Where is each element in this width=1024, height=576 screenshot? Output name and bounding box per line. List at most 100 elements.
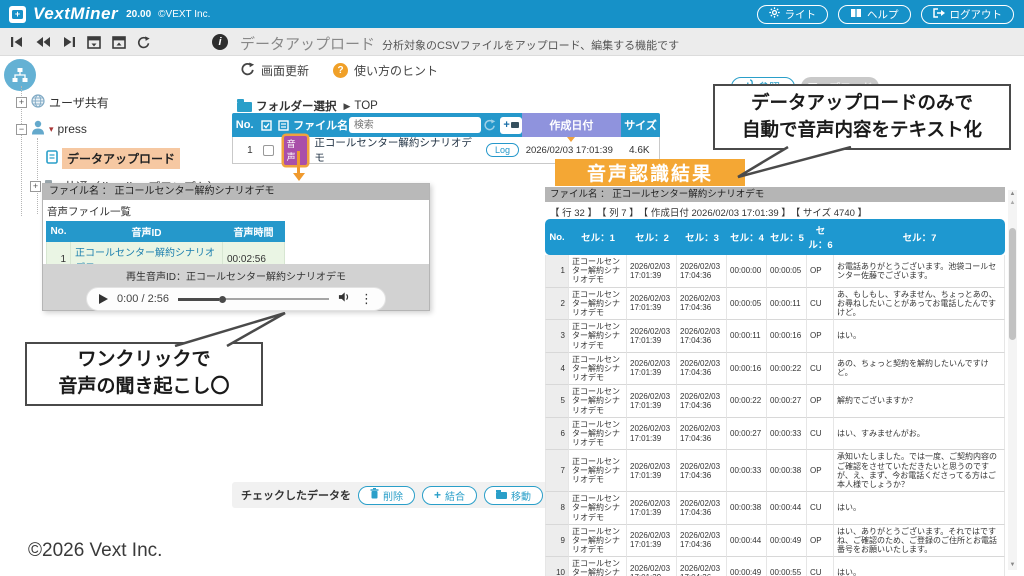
sidebar-item-data-upload[interactable]: データアップロード <box>46 148 180 169</box>
person-icon <box>31 120 45 138</box>
results-row-no: 6 <box>545 418 569 451</box>
folder-select-label: フォルダー選択 <box>256 98 337 114</box>
expand-icon[interactable]: + <box>16 97 27 108</box>
usage-hint-link[interactable]: ? 使い方のヒント <box>333 62 438 79</box>
callout-text: ワンクリックで <box>77 347 210 374</box>
reload-icon[interactable] <box>137 36 151 49</box>
file-row-checkbox[interactable] <box>263 145 274 156</box>
results-cell: 2026/02/03 17:04:36 <box>677 255 727 288</box>
results-row: 1正コールセンター解約シナリオデモ2026/02/03 17:01:392026… <box>545 255 1005 288</box>
expand-icon[interactable]: + <box>30 181 41 192</box>
question-icon: ? <box>333 63 348 78</box>
select-column-icon <box>257 120 275 131</box>
results-cell: 00:00:38 <box>727 492 767 525</box>
results-cell: 00:00:33 <box>767 418 807 451</box>
selected-user-marker: ▾ <box>49 124 54 135</box>
volume-icon[interactable] <box>338 290 351 308</box>
audio-col-duration: 音声時間 <box>223 222 285 242</box>
page-subtitle: 分析対象のCSVファイルをアップロード、編集する機能です <box>382 37 679 53</box>
help-label: ヘルプ <box>867 7 899 22</box>
move-button[interactable]: 移動 <box>484 486 543 505</box>
prev-page-icon[interactable] <box>35 36 51 48</box>
plus-icon: + <box>434 490 441 500</box>
results-cell: 2026/02/03 17:04:36 <box>677 353 727 386</box>
dock-pane-icon[interactable] <box>87 36 101 49</box>
results-cell: 00:00:38 <box>767 450 807 492</box>
first-page-icon[interactable] <box>10 36 24 48</box>
document-icon <box>46 150 58 167</box>
add-folder-button[interactable]: + <box>500 117 521 134</box>
sidebar-item-user-share[interactable]: + ユーザ共有 <box>16 94 109 111</box>
recognition-results-label: 音声認識結果 <box>555 159 745 186</box>
scroll-down-icon[interactable]: ▼ <box>1008 562 1017 568</box>
annotation-arrow <box>297 151 300 173</box>
results-cell: 00:00:22 <box>727 385 767 418</box>
search-input[interactable] <box>349 117 481 133</box>
col-created-header[interactable]: 作成日付 <box>522 113 621 137</box>
info-icon[interactable]: i <box>212 34 228 50</box>
scroll-up-icon-2[interactable]: ▲ <box>1008 200 1017 206</box>
help-button[interactable]: ヘルプ <box>838 5 911 24</box>
results-cell: はい。 <box>834 320 1005 353</box>
results-scrollbar[interactable]: ▲ ▲ ▼ <box>1008 190 1017 570</box>
file-name[interactable]: 正コールセンター解約シナリオデモ <box>314 135 480 165</box>
collapse-icon[interactable]: − <box>16 124 27 135</box>
search-refresh-icon[interactable] <box>481 119 499 131</box>
screen-refresh-link[interactable]: 画面更新 <box>241 62 309 79</box>
folder-path-top[interactable]: TOP <box>354 100 377 112</box>
results-cell: 2026/02/03 17:01:39 <box>627 288 677 321</box>
move-label: 移動 <box>511 488 531 503</box>
logout-button[interactable]: ログアウト <box>921 5 1015 24</box>
results-row-no: 3 <box>545 320 569 353</box>
results-cell: 2026/02/03 17:01:39 <box>627 450 677 492</box>
path-arrow-icon: ▶ <box>344 101 351 112</box>
results-cell: 正コールセンター解約シナリオデモ <box>569 320 627 353</box>
results-cell: はい。 <box>834 492 1005 525</box>
sidebar-item-label: ユーザ共有 <box>49 94 109 111</box>
callout-text: 音声の聞き起こし〇 <box>58 374 229 401</box>
callout-text: データアップロードのみで <box>751 90 973 117</box>
scrollbar-thumb[interactable] <box>1009 228 1016 340</box>
top-bar: + VextMiner 20.00 ©VEXT Inc. ライト ヘルプ ログア… <box>0 0 1024 28</box>
results-cell: 2026/02/03 17:04:36 <box>677 557 727 576</box>
audio-col-no: No. <box>47 222 71 242</box>
results-cell: はい。 <box>834 557 1005 576</box>
results-cell: 00:00:49 <box>727 557 767 576</box>
results-row: 7正コールセンター解約シナリオデモ2026/02/03 17:01:392026… <box>545 450 1005 492</box>
file-table-header: No. ファイル名 + 作成日付 サイズ <box>232 113 660 137</box>
logout-icon <box>933 8 945 21</box>
log-button[interactable]: Log <box>486 143 519 157</box>
results-row: 2正コールセンター解約シナリオデモ2026/02/03 17:01:392026… <box>545 288 1005 321</box>
sidebar-item-press[interactable]: − ▾ press <box>16 120 87 138</box>
results-cell: あ、もしもし、すみません、ちょっとあの、お尋ねしたいことがあってお電話したんです… <box>834 288 1005 321</box>
next-page-icon[interactable] <box>62 36 76 48</box>
file-size: 4.6K <box>620 145 659 156</box>
results-row: 10正コールセンター解約シナリオデモ2026/02/03 17:01:39202… <box>545 557 1005 576</box>
undock-pane-icon[interactable] <box>112 36 126 49</box>
tree-connector <box>37 138 38 214</box>
merge-button[interactable]: + 結合 <box>422 486 477 505</box>
sort-desc-icon <box>567 137 575 142</box>
results-cell: 正コールセンター解約シナリオデモ <box>569 385 627 418</box>
results-cell: 正コールセンター解約シナリオデモ <box>569 353 627 386</box>
callout-tail <box>173 312 293 347</box>
scroll-up-icon[interactable]: ▲ <box>1008 191 1017 197</box>
delete-button[interactable]: 削除 <box>358 486 415 505</box>
results-row-no: 5 <box>545 385 569 418</box>
results-cell: 00:00:05 <box>727 288 767 321</box>
results-cell: 2026/02/03 17:04:36 <box>677 492 727 525</box>
results-cell: 00:00:16 <box>767 320 807 353</box>
player-seek-bar[interactable] <box>178 298 329 300</box>
results-col-header: セル：3 <box>677 219 727 255</box>
organization-root-icon[interactable] <box>4 59 36 91</box>
file-created: 2026/02/03 17:01:39 <box>519 145 620 156</box>
results-cell: CU <box>807 557 834 576</box>
results-cell: 正コールセンター解約シナリオデモ <box>569 492 627 525</box>
results-col-header: セル：7 <box>834 219 1005 255</box>
light-mode-button[interactable]: ライト <box>757 5 829 24</box>
delete-label: 削除 <box>383 488 403 503</box>
audio-file-panel: ファイル名 ： 正コールセンター解約シナリオデモ 音声ファイル一覧 No. 音声… <box>42 183 430 311</box>
results-cell: OP <box>807 255 834 288</box>
play-button[interactable] <box>99 294 108 304</box>
player-menu-icon[interactable]: ⋮ <box>360 294 373 304</box>
